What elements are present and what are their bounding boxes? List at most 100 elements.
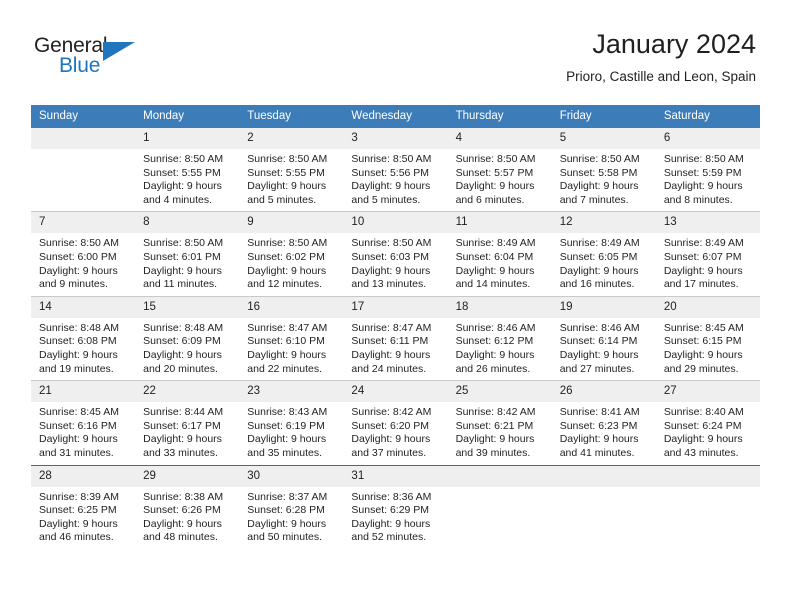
day-details: Sunrise: 8:48 AM Sunset: 6:09 PM Dayligh… [135,318,239,380]
sunset-text: Sunset: 5:55 PM [143,166,221,179]
daylight-text-line2: and 5 minutes. [351,193,421,206]
daylight-text-line2: and 5 minutes. [247,193,317,206]
daylight-text-line2: and 12 minutes. [247,278,322,291]
sunset-text: Sunset: 5:56 PM [351,166,430,179]
calendar-day-cell[interactable]: 22 Sunrise: 8:44 AM Sunset: 6:17 PM Dayl… [135,380,240,465]
sunrise-text: Sunrise: 8:44 AM [143,406,224,419]
weekday-header-sunday: Sunday [31,105,136,128]
day-number: 2 [239,128,344,149]
daylight-text-line2: and 9 minutes. [39,278,108,291]
day-details: Sunrise: 8:43 AM Sunset: 6:19 PM Dayligh… [239,402,343,464]
sunset-text: Sunset: 5:59 PM [663,166,742,179]
calendar-day-cell[interactable]: 17 Sunrise: 8:47 AM Sunset: 6:11 PM Dayl… [343,295,448,381]
logo-triangle-icon [103,42,135,61]
calendar-day-cell[interactable]: 25 Sunrise: 8:42 AM Sunset: 6:21 PM Dayl… [447,380,552,465]
calendar-day-cell[interactable]: 26 Sunrise: 8:41 AM Sunset: 6:23 PM Dayl… [551,380,656,465]
daylight-text-line1: Daylight: 9 hours [351,433,431,446]
daylight-text-line1: Daylight: 9 hours [143,264,222,277]
daylight-text-line2: and 11 minutes. [143,278,218,291]
sunset-text: Sunset: 6:20 PM [351,419,430,432]
calendar-day-cell [551,464,656,549]
calendar-day-cell[interactable]: 11 Sunrise: 8:49 AM Sunset: 6:04 PM Dayl… [447,211,552,297]
calendar-day-cell[interactable]: 1 Sunrise: 8:50 AM Sunset: 5:55 PM Dayli… [135,128,240,212]
sunrise-text: Sunrise: 8:50 AM [39,237,119,250]
calendar-day-cell[interactable]: 19 Sunrise: 8:46 AM Sunset: 6:14 PM Dayl… [551,295,656,381]
sunset-text: Sunset: 6:26 PM [143,504,221,517]
calendar-day-cell[interactable]: 15 Sunrise: 8:48 AM Sunset: 6:09 PM Dayl… [135,295,240,381]
sunset-text: Sunset: 6:04 PM [455,250,534,263]
calendar-day-cell[interactable]: 6 Sunrise: 8:50 AM Sunset: 5:59 PM Dayli… [655,128,760,212]
sunrise-text: Sunrise: 8:38 AM [143,490,224,503]
calendar-day-cell[interactable]: 27 Sunrise: 8:40 AM Sunset: 6:24 PM Dayl… [655,380,760,465]
day-details: Sunrise: 8:50 AM Sunset: 6:02 PM Dayligh… [239,233,343,295]
page-title: January 2024 [592,29,756,59]
calendar-body: 1 Sunrise: 8:50 AM Sunset: 5:55 PM Dayli… [31,128,760,549]
calendar-day-cell[interactable]: 3 Sunrise: 8:50 AM Sunset: 5:56 PM Dayli… [343,128,448,212]
day-number: 20 [655,296,760,318]
weekday-header-tuesday: Tuesday [239,105,344,128]
daylight-text-line2: and 6 minutes. [455,193,525,206]
day-details: Sunrise: 8:45 AM Sunset: 6:16 PM Dayligh… [31,402,135,464]
calendar-day-cell[interactable]: 31 Sunrise: 8:36 AM Sunset: 6:29 PM Dayl… [343,464,448,549]
calendar-day-cell[interactable]: 30 Sunrise: 8:37 AM Sunset: 6:28 PM Dayl… [239,464,344,549]
sunrise-text: Sunrise: 8:49 AM [559,237,640,250]
calendar-weekday-header: Sunday Monday Tuesday Wednesday Thursday… [31,105,760,128]
sunrise-text: Sunrise: 8:50 AM [663,153,744,165]
calendar-day-cell[interactable]: 9 Sunrise: 8:50 AM Sunset: 6:02 PM Dayli… [239,211,344,297]
sunrise-text: Sunrise: 8:45 AM [39,406,119,419]
day-number: 1 [135,128,240,149]
day-number: 21 [31,381,136,403]
daylight-text-line2: and 39 minutes. [455,446,531,459]
calendar-week-row: 14 Sunrise: 8:48 AM Sunset: 6:08 PM Dayl… [31,295,760,381]
day-details: Sunrise: 8:38 AM Sunset: 6:26 PM Dayligh… [135,487,239,549]
calendar-day-cell[interactable]: 20 Sunrise: 8:45 AM Sunset: 6:15 PM Dayl… [655,295,760,381]
sunrise-text: Sunrise: 8:46 AM [559,321,640,334]
day-details: Sunrise: 8:42 AM Sunset: 6:20 PM Dayligh… [343,402,447,464]
daylight-text-line2: and 33 minutes. [143,446,218,459]
daylight-text-line1: Daylight: 9 hours [39,433,118,446]
daylight-text-line1: Daylight: 9 hours [663,433,743,446]
calendar-day-cell[interactable]: 12 Sunrise: 8:49 AM Sunset: 6:05 PM Dayl… [551,211,656,297]
sunrise-text: Sunrise: 8:50 AM [247,237,328,250]
sunrise-text: Sunrise: 8:37 AM [247,490,328,503]
daylight-text-line2: and 20 minutes. [143,362,218,375]
sunset-text: Sunset: 6:05 PM [559,250,638,263]
daylight-text-line1: Daylight: 9 hours [663,180,743,193]
sunrise-text: Sunrise: 8:50 AM [455,153,536,165]
daylight-text-line1: Daylight: 9 hours [351,180,431,193]
daylight-text-line2: and 14 minutes. [455,278,531,291]
day-details: Sunrise: 8:39 AM Sunset: 6:25 PM Dayligh… [31,487,135,549]
daylight-text-line2: and 29 minutes. [663,362,739,375]
calendar-day-cell[interactable]: 14 Sunrise: 8:48 AM Sunset: 6:08 PM Dayl… [31,295,136,381]
calendar-day-cell[interactable]: 5 Sunrise: 8:50 AM Sunset: 5:58 PM Dayli… [551,128,656,212]
calendar-day-cell[interactable]: 28 Sunrise: 8:39 AM Sunset: 6:25 PM Dayl… [31,464,136,549]
calendar-day-cell[interactable]: 29 Sunrise: 8:38 AM Sunset: 6:26 PM Dayl… [135,464,240,549]
sunset-text: Sunset: 6:12 PM [455,335,534,348]
day-number: 12 [551,212,656,234]
calendar-day-cell[interactable]: 7 Sunrise: 8:50 AM Sunset: 6:00 PM Dayli… [31,211,136,297]
sunrise-text: Sunrise: 8:43 AM [247,406,328,419]
calendar-day-cell[interactable]: 24 Sunrise: 8:42 AM Sunset: 6:20 PM Dayl… [343,380,448,465]
calendar-day-cell[interactable]: 16 Sunrise: 8:47 AM Sunset: 6:10 PM Dayl… [239,295,344,381]
weekday-header-thursday: Thursday [447,105,552,128]
calendar-week-row: 28 Sunrise: 8:39 AM Sunset: 6:25 PM Dayl… [31,464,760,549]
calendar-day-cell[interactable]: 8 Sunrise: 8:50 AM Sunset: 6:01 PM Dayli… [135,211,240,297]
sunrise-text: Sunrise: 8:47 AM [351,321,432,334]
sunrise-text: Sunrise: 8:39 AM [39,490,119,503]
day-number [447,465,552,487]
day-details: Sunrise: 8:50 AM Sunset: 5:58 PM Dayligh… [552,149,656,211]
calendar-day-cell[interactable]: 4 Sunrise: 8:50 AM Sunset: 5:57 PM Dayli… [447,128,552,212]
day-number: 23 [239,381,344,403]
calendar-day-cell[interactable]: 2 Sunrise: 8:50 AM Sunset: 5:55 PM Dayli… [239,128,344,212]
calendar-day-cell[interactable]: 18 Sunrise: 8:46 AM Sunset: 6:12 PM Dayl… [447,295,552,381]
daylight-text-line2: and 26 minutes. [455,362,531,375]
sunrise-text: Sunrise: 8:50 AM [351,153,432,165]
calendar-day-cell[interactable]: 13 Sunrise: 8:49 AM Sunset: 6:07 PM Dayl… [655,211,760,297]
day-details: Sunrise: 8:50 AM Sunset: 6:01 PM Dayligh… [135,233,239,295]
day-details: Sunrise: 8:50 AM Sunset: 5:55 PM Dayligh… [135,149,239,211]
calendar-day-cell[interactable]: 21 Sunrise: 8:45 AM Sunset: 6:16 PM Dayl… [31,380,136,465]
calendar-day-cell[interactable]: 10 Sunrise: 8:50 AM Sunset: 6:03 PM Dayl… [343,211,448,297]
sunset-text: Sunset: 6:07 PM [663,250,742,263]
general-blue-logo[interactable]: General Blue [34,34,154,82]
calendar-day-cell[interactable]: 23 Sunrise: 8:43 AM Sunset: 6:19 PM Dayl… [239,380,344,465]
